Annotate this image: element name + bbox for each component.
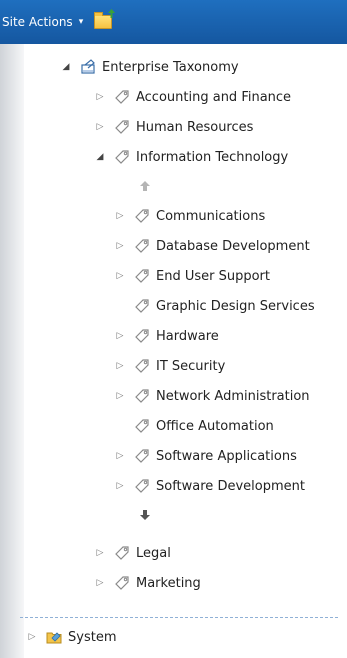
expand-icon[interactable]: ▷ [114,241,126,251]
expand-icon[interactable]: ▷ [114,211,126,221]
tree-node-label: Graphic Design Services [156,298,315,314]
tree-node-human-resources[interactable]: ▷ Human Resources [94,116,254,138]
tree-node-label: Information Technology [136,149,289,165]
left-panel-gradient [0,44,24,658]
tree-node-hardware[interactable]: ▷ Hardware [114,325,219,347]
tree-node-label: Enterprise Taxonomy [102,59,239,75]
scroll-up-arrow-icon[interactable] [138,179,152,193]
expand-icon[interactable]: ▷ [114,331,126,341]
expand-icon[interactable]: ▷ [94,122,106,132]
expand-icon[interactable]: ▷ [26,632,38,642]
tree-node-graphic-design-services[interactable]: Graphic Design Services [114,295,315,317]
term-tag-icon [135,269,149,283]
term-tag-icon [135,239,149,253]
system-folder-icon [46,632,62,644]
tree-node-marketing[interactable]: ▷ Marketing [94,572,201,594]
expand-icon[interactable]: ▷ [114,391,126,401]
tree-node-label: Communications [156,208,266,224]
term-tag-icon [135,299,149,313]
tree-node-label: Software Applications [156,448,297,464]
tree-node-it-security[interactable]: ▷ IT Security [114,355,226,377]
tree-node-label: Legal [136,545,171,561]
tree-node-label: Marketing [136,575,201,591]
tree-node-software-development[interactable]: ▷ Software Development [114,475,305,497]
tree-node-legal[interactable]: ▷ Legal [94,542,171,564]
term-tag-icon [115,150,129,164]
tree-node-label: Hardware [156,328,219,344]
expand-icon[interactable]: ▷ [94,548,106,558]
tree-node-network-administration[interactable]: ▷ Network Administration [114,385,310,407]
term-tag-icon [115,120,129,134]
site-actions-menu[interactable]: Site Actions ▾ [0,0,83,44]
term-tag-icon [115,576,129,590]
term-tag-icon [135,479,149,493]
expand-icon[interactable]: ▷ [114,361,126,371]
expand-icon[interactable]: ▷ [94,92,106,102]
scroll-down-arrow-icon[interactable] [138,508,152,522]
term-tag-icon [135,329,149,343]
tree-node-label: System [68,629,117,645]
term-tag-icon [115,546,129,560]
chevron-down-icon: ▾ [78,17,84,27]
tree-node-information-technology[interactable]: ◢ Information Technology [94,146,289,168]
folder-plus-icon[interactable] [94,9,115,29]
tree-node-root[interactable]: ◢ Enterprise Taxonomy [60,56,239,78]
tree-node-accounting[interactable]: ▷ Accounting and Finance [94,86,292,108]
term-tag-icon [135,389,149,403]
tree-node-label: Accounting and Finance [136,89,292,105]
expand-collapse-toggle-icon[interactable]: ◢ [60,62,72,72]
tree-node-office-automation[interactable]: Office Automation [114,415,274,437]
tree-node-label: End User Support [156,268,270,284]
expand-icon[interactable]: ▷ [114,271,126,281]
tree-node-database-development[interactable]: ▷ Database Development [114,235,310,257]
collapse-icon[interactable]: ◢ [94,152,106,162]
tree-node-label: Software Development [156,478,305,494]
tree-node-end-user-support[interactable]: ▷ End User Support [114,265,270,287]
term-tag-icon [135,419,149,433]
expand-icon[interactable]: ▷ [114,481,126,491]
term-tag-icon [135,209,149,223]
term-tag-icon [135,449,149,463]
term-store-icon [81,59,95,74]
tree-node-label: Database Development [156,238,310,254]
tree-node-communications[interactable]: ▷ Communications [114,205,266,227]
site-actions-label: Site Actions [2,15,73,29]
expand-icon[interactable]: ▷ [114,451,126,461]
tree-node-system[interactable]: ▷ System [26,626,117,648]
expand-icon[interactable]: ▷ [94,578,106,588]
separator [20,617,338,618]
term-tag-icon [135,359,149,373]
term-tag-icon [115,90,129,104]
tree-node-label: IT Security [156,358,226,374]
tree-node-label: Office Automation [156,418,274,434]
tree-node-label: Network Administration [156,388,310,404]
tree-node-software-applications[interactable]: ▷ Software Applications [114,445,297,467]
tree-node-label: Human Resources [136,119,254,135]
